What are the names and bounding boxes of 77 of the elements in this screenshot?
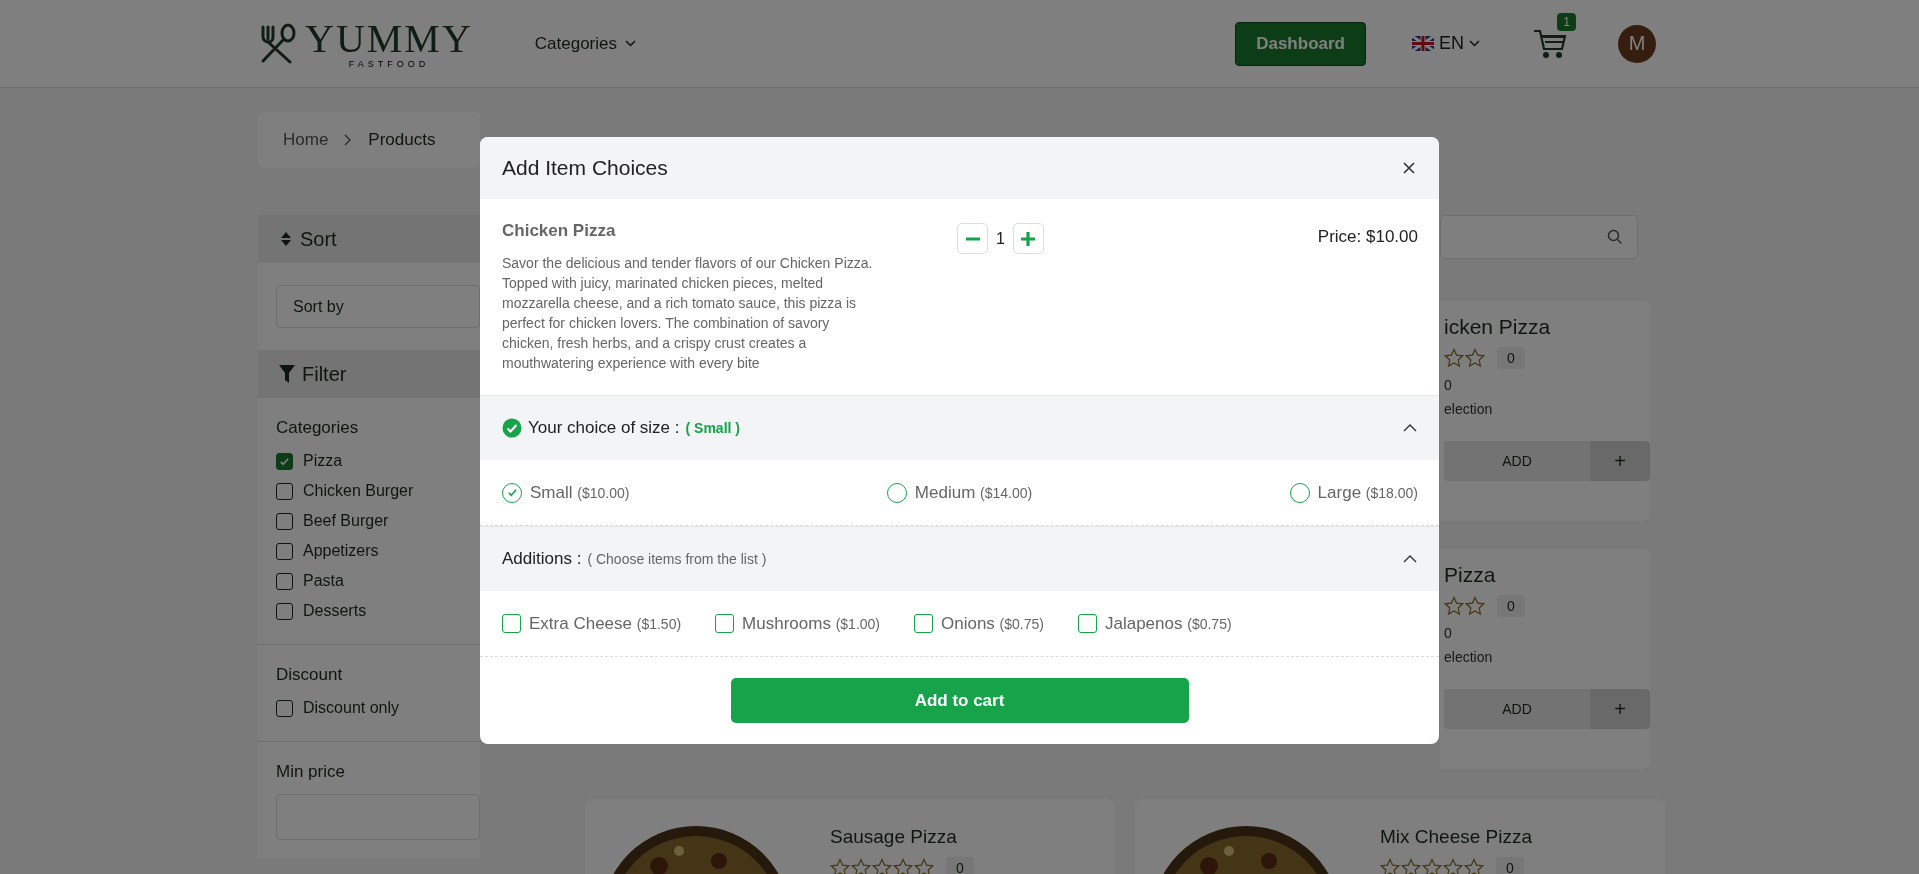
dashboard-button[interactable]: Dashboard xyxy=(1235,21,1366,66)
rating-count: 0 xyxy=(946,857,974,874)
add-button[interactable]: ADD xyxy=(1444,441,1590,481)
rating-count: 0 xyxy=(1497,347,1525,369)
language-selector[interactable]: EN xyxy=(1406,32,1486,55)
filter-checkbox[interactable]: Beef Burger xyxy=(276,506,389,536)
size-radio[interactable]: Medium ($14.00) xyxy=(886,482,1033,503)
product-name: Mix Cheese Pizza xyxy=(1380,825,1533,849)
search-icon xyxy=(1607,229,1623,245)
close-button[interactable] xyxy=(1401,160,1417,176)
item-description: Savor the delicious and tender flavors of our Chicken Pizza. Topped with juicy, marinated chicken pieces, melted mozzarella cheese, and a rich tomato sauce, this pizza is perfect for chicken lovers. The combination of savory chicken, fresh herbs, and a crispy crust creates a mouthwatering experience with every bite xyxy=(502,254,874,373)
plus-button[interactable]: + xyxy=(1590,689,1650,729)
flag-icon xyxy=(1412,36,1434,51)
filter-checkbox[interactable]: Pizza xyxy=(276,446,343,476)
star-icon xyxy=(1444,348,1464,368)
addition-checkbox[interactable]: Extra Cheese ($1.50) xyxy=(502,613,682,634)
size-radio[interactable]: Large ($18.00) xyxy=(1289,482,1418,503)
brand-tagline: FASTFOOD xyxy=(348,58,430,69)
star-icon xyxy=(1465,596,1485,616)
product-price: 0 xyxy=(1444,625,1453,641)
filter-group-title: Discount xyxy=(276,665,344,685)
item-name: Chicken Pizza xyxy=(502,221,617,241)
section-header[interactable]: Additions : ( Choose items from the list ) xyxy=(480,526,1439,591)
sort-select[interactable]: Sort by xyxy=(276,285,480,328)
section-hint: ( Choose items from the list ) xyxy=(587,551,767,567)
chevron-right-icon xyxy=(344,134,353,146)
sort-title: Sort xyxy=(300,227,337,251)
size-radio[interactable]: Small ($10.00) xyxy=(502,482,630,503)
section-title: Your choice of size : xyxy=(528,418,680,438)
filter-title: Filter xyxy=(302,362,347,386)
rating-count: 0 xyxy=(1497,595,1525,617)
item-price: Price: $10.00 xyxy=(1317,226,1418,248)
filter-icon xyxy=(278,364,296,384)
sort-icon xyxy=(280,231,292,247)
addition-checkbox[interactable]: Mushrooms ($1.00) xyxy=(715,613,880,634)
product-name: icken Pizza xyxy=(1444,314,1552,340)
filter-group-title: Min price xyxy=(276,762,346,782)
section-title: Additions : xyxy=(502,549,582,569)
filter-checkbox[interactable]: Appetizers xyxy=(276,536,379,566)
check-icon xyxy=(279,455,290,467)
star-icon xyxy=(1444,596,1464,616)
nav-link[interactable]: Categories xyxy=(534,33,617,54)
filter-checkbox[interactable]: Desserts xyxy=(276,596,367,626)
chevron-down-icon xyxy=(1469,40,1480,47)
breadcrumb-link[interactable]: Products xyxy=(368,130,436,150)
add-to-cart-button[interactable]: Add to cart xyxy=(730,678,1189,723)
modal-title: Add Item Choices xyxy=(502,156,668,180)
product-note: election xyxy=(1444,401,1494,417)
product-price: 0 xyxy=(1444,377,1453,393)
addition-checkbox[interactable]: Onions ($0.75) xyxy=(914,613,1044,634)
filter-checkbox[interactable]: Pasta xyxy=(276,566,344,596)
increase-button[interactable] xyxy=(1012,223,1044,254)
chevron-down-icon xyxy=(625,40,636,47)
user-avatar[interactable]: M xyxy=(1618,24,1656,63)
product-name: Pizza xyxy=(1444,562,1497,588)
addition-checkbox[interactable]: Jalapenos ($0.75) xyxy=(1077,613,1232,634)
filter-checkbox[interactable]: Chicken Burger xyxy=(276,476,414,506)
product-note: election xyxy=(1444,649,1494,665)
decrease-button[interactable] xyxy=(957,223,988,254)
add-button[interactable]: ADD xyxy=(1444,689,1590,729)
filter-checkbox[interactable]: Discount only xyxy=(276,693,400,723)
check-circle-icon xyxy=(502,418,522,438)
rating-count: 0 xyxy=(1496,857,1524,874)
search-field[interactable] xyxy=(1440,215,1638,259)
minus-icon xyxy=(964,236,981,241)
plus-icon xyxy=(1020,230,1037,247)
filter-group-title: Categories xyxy=(276,418,360,438)
section-hint: ( Small ) xyxy=(685,420,740,436)
star-icon xyxy=(1465,348,1485,368)
product-name: Sausage Pizza xyxy=(830,825,958,849)
cart-count-badge: 1 xyxy=(1557,12,1576,31)
section-header[interactable]: Your choice of size : ( Small ) xyxy=(480,395,1439,460)
quantity-value: 1 xyxy=(996,229,1005,249)
check-icon xyxy=(506,487,518,498)
brand-name: YUMMY xyxy=(305,18,473,59)
plus-button[interactable]: + xyxy=(1590,441,1650,481)
breadcrumb-link[interactable]: Home xyxy=(283,130,329,150)
